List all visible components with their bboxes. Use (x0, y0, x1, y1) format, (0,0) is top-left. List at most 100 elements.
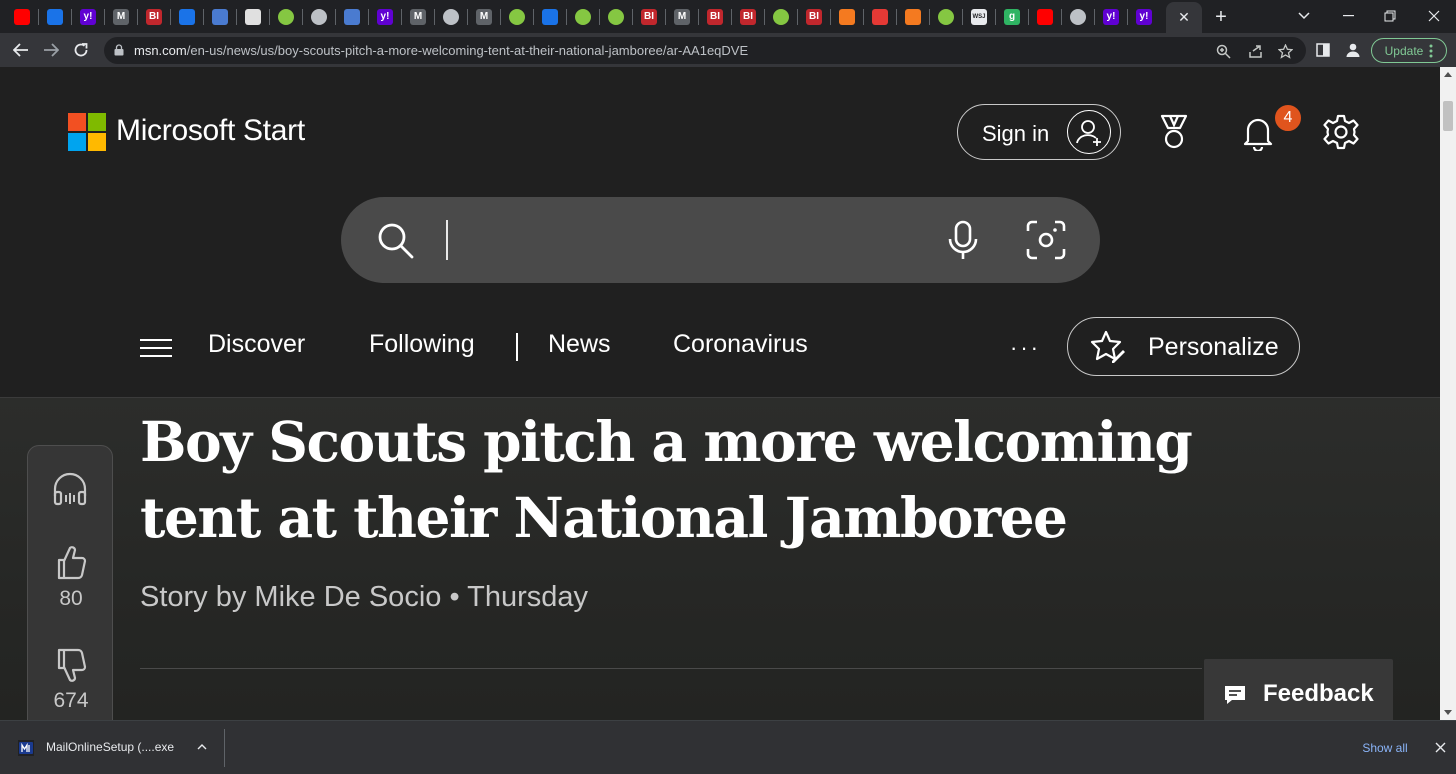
headphones-icon[interactable] (51, 470, 89, 508)
brand-name[interactable]: Microsoft Start (116, 114, 305, 148)
new-tab-button[interactable]: + (1208, 4, 1234, 30)
personalize-label: Personalize (1148, 333, 1279, 361)
forward-button[interactable] (38, 38, 64, 62)
browser-tab[interactable] (571, 5, 595, 29)
browser-tab[interactable] (769, 5, 793, 29)
browser-tab[interactable]: BI (736, 5, 760, 29)
show-all-downloads-button[interactable]: Show all (1352, 735, 1418, 761)
minimize-button[interactable] (1334, 4, 1362, 28)
scroll-thumb[interactable] (1443, 101, 1453, 131)
browser-tab[interactable] (43, 5, 67, 29)
reload-button[interactable] (68, 38, 94, 62)
active-tab[interactable]: ✕ (1166, 2, 1202, 33)
browser-tab[interactable]: y! (373, 5, 397, 29)
close-window-button[interactable] (1420, 4, 1448, 28)
reload-icon (74, 43, 88, 57)
nav-item-coronavirus[interactable]: Coronavirus (673, 330, 808, 359)
browser-tab[interactable] (10, 5, 34, 29)
microphone-icon[interactable] (943, 219, 983, 261)
browser-tab[interactable]: y! (1099, 5, 1123, 29)
address-bar[interactable]: msn.com/en-us/news/us/boy-scouts-pitch-a… (104, 37, 1306, 64)
tab-separator (1061, 9, 1062, 25)
download-file-name[interactable]: MailOnlineSetup (....exe (46, 740, 174, 754)
browser-tab[interactable] (241, 5, 265, 29)
browser-tab[interactable] (175, 5, 199, 29)
tab-separator (434, 9, 435, 25)
tab-separator (731, 9, 732, 25)
browser-tab[interactable]: g (1000, 5, 1024, 29)
scroll-down-arrow-icon[interactable] (1444, 710, 1452, 715)
browser-tab[interactable]: BI (142, 5, 166, 29)
back-button[interactable] (8, 38, 34, 62)
wsj-icon: WSJ (971, 9, 987, 25)
tab-search-button[interactable] (1290, 4, 1318, 28)
browser-tab[interactable] (274, 5, 298, 29)
rewards-button[interactable] (1154, 112, 1194, 152)
thumbs-down-icon[interactable] (51, 646, 89, 684)
news-icon: M (476, 9, 492, 25)
nav-item-following[interactable]: Following (369, 330, 475, 359)
search-input[interactable] (451, 217, 931, 263)
personalize-button[interactable]: Personalize (1067, 317, 1300, 376)
visual-search-icon[interactable] (1025, 219, 1067, 261)
browser-tab[interactable] (604, 5, 628, 29)
browser-tab[interactable] (1033, 5, 1057, 29)
browser-tab[interactable]: BI (703, 5, 727, 29)
browser-tab[interactable] (1066, 5, 1090, 29)
restore-button[interactable] (1376, 4, 1404, 28)
more-nav-button[interactable]: ··· (1010, 335, 1046, 360)
browser-tab[interactable] (868, 5, 892, 29)
url-text[interactable]: msn.com/en-us/news/us/boy-scouts-pitch-a… (134, 43, 748, 58)
logo-square (68, 113, 86, 131)
rumble-icon (773, 9, 789, 25)
browser-tab[interactable]: M (406, 5, 430, 29)
news-icon: M (674, 9, 690, 25)
microsoft-logo[interactable] (68, 113, 106, 151)
browser-tab[interactable] (901, 5, 925, 29)
menu-button[interactable] (140, 339, 172, 357)
search-bar[interactable] (341, 197, 1100, 283)
business-insider-icon: BI (641, 9, 657, 25)
browser-tab[interactable] (439, 5, 463, 29)
browser-tab[interactable] (505, 5, 529, 29)
browser-tab[interactable]: WSJ (967, 5, 991, 29)
shelf-divider (224, 729, 225, 767)
sign-in-button[interactable]: Sign in (957, 104, 1121, 160)
notifications-button[interactable] (1238, 112, 1278, 152)
tab-separator (896, 9, 897, 25)
browser-tab[interactable] (208, 5, 232, 29)
update-button[interactable]: Update (1371, 38, 1447, 63)
download-options-button[interactable] (194, 738, 210, 756)
shield-icon (179, 9, 195, 25)
bookmark-star-button[interactable] (1274, 41, 1296, 61)
browser-tab[interactable]: y! (76, 5, 100, 29)
play-arrow-icon (212, 9, 228, 25)
browser-tab[interactable]: M (670, 5, 694, 29)
thumbs-up-icon[interactable] (51, 544, 89, 582)
share-button[interactable] (1244, 41, 1266, 61)
browser-tab[interactable] (934, 5, 958, 29)
settings-button[interactable] (1321, 112, 1361, 152)
browser-tab[interactable]: M (472, 5, 496, 29)
nav-item-discover[interactable]: Discover (208, 330, 305, 359)
browser-tab[interactable]: M (109, 5, 133, 29)
scroll-up-arrow-icon[interactable] (1444, 72, 1452, 77)
profile-button[interactable] (1342, 39, 1364, 61)
nav-item-news[interactable]: News (548, 330, 611, 359)
page-scrollbar[interactable] (1440, 67, 1456, 720)
close-shelf-button[interactable] (1430, 737, 1450, 757)
tab-separator (533, 9, 534, 25)
lock-icon[interactable] (114, 44, 124, 56)
browser-tab[interactable]: BI (637, 5, 661, 29)
feedback-button[interactable]: Feedback (1204, 659, 1393, 720)
browser-tab[interactable] (340, 5, 364, 29)
browser-tab[interactable]: y! (1132, 5, 1156, 29)
search-icon[interactable] (375, 220, 415, 260)
zoom-button[interactable] (1212, 41, 1234, 61)
side-panel-button[interactable] (1312, 39, 1334, 61)
browser-tab[interactable] (538, 5, 562, 29)
browser-tab[interactable]: BI (802, 5, 826, 29)
close-tab-icon[interactable]: ✕ (1178, 9, 1190, 26)
browser-tab[interactable] (835, 5, 859, 29)
browser-tab[interactable] (307, 5, 331, 29)
